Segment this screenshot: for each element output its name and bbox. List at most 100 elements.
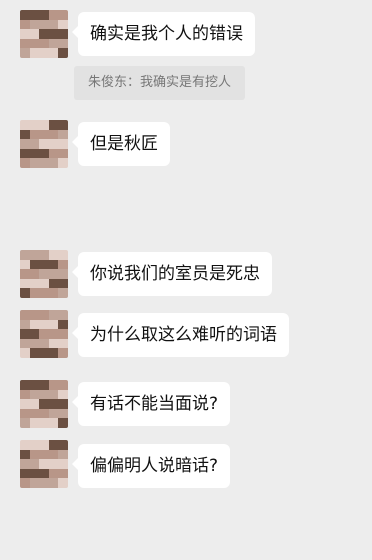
avatar-pixel (58, 120, 68, 130)
avatar-pixel (39, 38, 49, 49)
avatar[interactable] (20, 10, 68, 58)
avatar-pixel (29, 399, 40, 409)
avatar-pixel (39, 120, 49, 130)
avatar-pixel (39, 468, 49, 479)
avatar-pixel (39, 139, 49, 149)
avatar-pixel (58, 468, 68, 479)
avatar-pixel (58, 288, 68, 298)
avatar-pixel (20, 459, 30, 469)
avatar-pixel (20, 338, 30, 349)
avatar-pixel (29, 250, 40, 260)
avatar-pixel (39, 19, 49, 30)
avatar-pixel (48, 440, 59, 450)
avatar-pixel (20, 148, 30, 159)
quoted-message[interactable]: 朱俊东：我确实是有挖人 (74, 66, 246, 100)
avatar-pixel (29, 29, 40, 39)
avatar-pixel (48, 310, 59, 320)
avatar-pixel (39, 338, 49, 349)
avatar-pixel (48, 38, 59, 49)
avatar-pixel (48, 48, 59, 58)
avatar-pixel (58, 269, 68, 279)
avatar-pixel (48, 338, 59, 349)
avatar-pixel (39, 408, 49, 419)
avatar-pixel (58, 389, 68, 400)
avatar-pixel (48, 329, 59, 339)
avatar-pixel (58, 449, 68, 460)
avatar-pixel (20, 19, 30, 30)
avatar-pixel (29, 329, 40, 339)
avatar-pixel (39, 278, 49, 289)
avatar-pixel (48, 348, 59, 358)
avatar-pixel (20, 259, 30, 270)
avatar-pixel (48, 259, 59, 270)
avatar-pixel (58, 338, 68, 349)
avatar-pixel (29, 468, 40, 479)
avatar-pixel (39, 10, 49, 20)
avatar-pixel (48, 319, 59, 330)
avatar-pixel (20, 10, 30, 20)
avatar-pixel (48, 129, 59, 140)
avatar-pixel (48, 288, 59, 298)
avatar-pixel (20, 348, 30, 358)
avatar-pixel (39, 348, 49, 358)
avatar-pixel (58, 459, 68, 469)
avatar-pixel (29, 389, 40, 400)
avatar-pixel (29, 338, 40, 349)
avatar-pixel (39, 310, 49, 320)
avatar[interactable] (20, 310, 68, 358)
message-bubble[interactable]: 为什么取这么难听的词语 (72, 313, 289, 357)
avatar-pixel (39, 459, 49, 469)
avatar-pixel (48, 418, 59, 428)
avatar-pixel (20, 139, 30, 149)
avatar-pixel (39, 399, 49, 409)
avatar-pixel (29, 348, 40, 358)
avatar-pixel (29, 310, 40, 320)
avatar-pixel (20, 468, 30, 479)
avatar-pixel (20, 418, 30, 428)
avatar-pixel (39, 259, 49, 270)
avatar-pixel (29, 478, 40, 488)
avatar[interactable] (20, 380, 68, 428)
avatar-pixel (58, 399, 68, 409)
avatar-pixel (39, 329, 49, 339)
avatar-pixel (39, 29, 49, 39)
avatar-pixel (29, 259, 40, 270)
avatar-pixel (39, 389, 49, 400)
avatar-pixel (39, 449, 49, 460)
avatar-pixel (20, 48, 30, 58)
message-bubble[interactable]: 但是秋匠 (72, 122, 170, 166)
avatar[interactable] (20, 120, 68, 168)
avatar-pixel (20, 478, 30, 488)
avatar-pixel (20, 319, 30, 330)
avatar-pixel (20, 440, 30, 450)
message-bubble[interactable]: 确实是我个人的错误 (72, 12, 255, 56)
avatar-pixel (48, 389, 59, 400)
avatar-pixel (48, 250, 59, 260)
avatar-pixel (29, 120, 40, 130)
avatar-pixel (48, 19, 59, 30)
avatar-pixel (29, 10, 40, 20)
avatar-pixel (58, 148, 68, 159)
avatar-pixel (58, 319, 68, 330)
avatar-pixel (39, 418, 49, 428)
avatar-pixel (48, 269, 59, 279)
avatar-pixel (48, 148, 59, 159)
avatar-pixel (20, 288, 30, 298)
avatar[interactable] (20, 440, 68, 488)
avatar-pixel (58, 348, 68, 358)
avatar-pixel (39, 440, 49, 450)
avatar-pixel (20, 399, 30, 409)
avatar-pixel (29, 278, 40, 289)
avatar[interactable] (20, 250, 68, 298)
message-bubble[interactable]: 有话不能当面说? (71, 382, 231, 426)
avatar-pixel (20, 310, 30, 320)
avatar-pixel (29, 319, 40, 330)
avatar-pixel (58, 408, 68, 419)
avatar-pixel (29, 380, 40, 390)
message-bubble[interactable]: 偏偏明人说暗话? (71, 444, 231, 488)
message-bubble[interactable]: 你说我们的室员是死忠 (72, 252, 272, 296)
avatar-pixel (29, 288, 40, 298)
avatar-pixel (58, 38, 68, 49)
avatar-pixel (20, 389, 30, 400)
avatar-pixel (48, 468, 59, 479)
